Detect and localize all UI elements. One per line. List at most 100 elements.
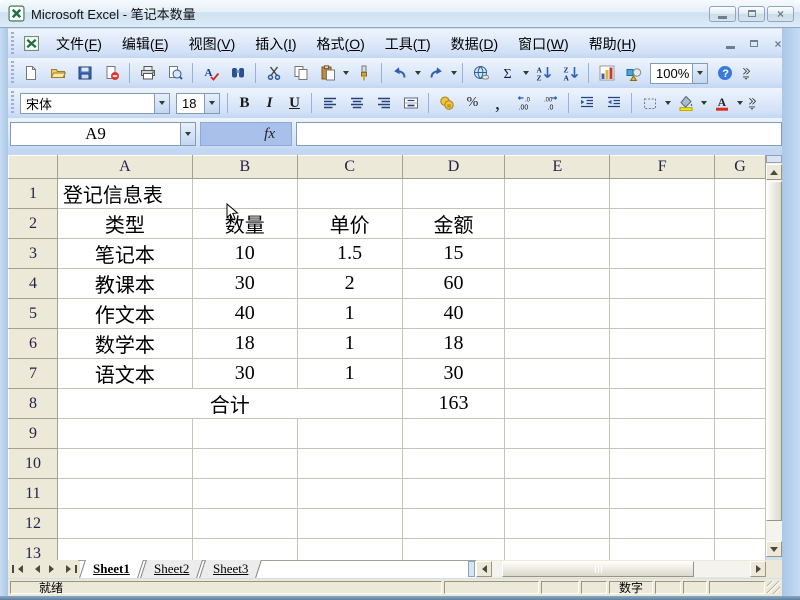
cell-F5[interactable] xyxy=(609,298,716,329)
cell-G13[interactable] xyxy=(714,538,766,560)
minimize-button[interactable] xyxy=(709,5,736,22)
insert-function-button[interactable]: fx xyxy=(200,122,292,146)
cell-B10[interactable] xyxy=(191,448,298,479)
doc-restore-button[interactable] xyxy=(746,37,762,51)
toolbar-options-standard[interactable] xyxy=(739,62,753,85)
column-header-D[interactable]: D xyxy=(401,155,506,179)
column-header-C[interactable]: C xyxy=(296,155,403,179)
select-all-corner[interactable] xyxy=(8,155,58,179)
tab-last-button[interactable] xyxy=(63,561,80,577)
cell-E5[interactable] xyxy=(504,298,611,329)
cell-D12[interactable] xyxy=(401,508,506,539)
toolbar-handle[interactable] xyxy=(11,61,14,85)
decrease-indent-button[interactable] xyxy=(575,92,598,115)
tab-sheet1[interactable]: Sheet1 xyxy=(79,560,144,578)
tab-sheet3[interactable]: Sheet3 xyxy=(199,560,263,578)
cell-A12[interactable] xyxy=(56,508,193,539)
increase-decimal-button[interactable]: .0.00 xyxy=(512,92,535,115)
cell-D7[interactable]: 30 xyxy=(401,358,506,389)
cell-B11[interactable] xyxy=(191,478,298,509)
cell-A8[interactable]: 合计 xyxy=(56,388,403,419)
menu-edit[interactable]: 编辑(E) xyxy=(112,31,179,57)
cell-F13[interactable] xyxy=(609,538,716,560)
name-box-dropdown[interactable] xyxy=(180,123,195,145)
cell-B5[interactable]: 40 xyxy=(191,298,298,329)
cell-E7[interactable] xyxy=(504,358,611,389)
tab-first-button[interactable] xyxy=(9,561,26,577)
cell-C7[interactable]: 1 xyxy=(296,358,403,389)
decrease-decimal-button[interactable]: .00.0 xyxy=(539,92,562,115)
print-button[interactable] xyxy=(136,62,159,85)
research-button[interactable] xyxy=(226,62,249,85)
menu-help[interactable]: 帮助(H) xyxy=(579,31,646,57)
cell-B13[interactable] xyxy=(191,538,298,560)
column-header-E[interactable]: E xyxy=(504,155,611,179)
cell-C12[interactable] xyxy=(296,508,403,539)
autosum-button[interactable]: Σ xyxy=(496,62,519,85)
borders-button[interactable] xyxy=(638,92,661,115)
cell-C13[interactable] xyxy=(296,538,403,560)
sort-descending-button[interactable]: ZA xyxy=(559,62,582,85)
cell-A11[interactable] xyxy=(56,478,193,509)
row-header-12[interactable]: 12 xyxy=(8,508,58,539)
doc-minimize-button[interactable] xyxy=(722,37,738,51)
cell-F3[interactable] xyxy=(609,238,716,269)
cell-B12[interactable] xyxy=(191,508,298,539)
row-header-4[interactable]: 4 xyxy=(8,268,58,299)
cell-A1[interactable]: 登记信息表 xyxy=(56,178,193,209)
scroll-up-button[interactable] xyxy=(766,164,782,180)
menu-data[interactable]: 数据(D) xyxy=(441,31,508,57)
chevron-down-icon[interactable] xyxy=(451,71,457,75)
bold-button[interactable]: B xyxy=(233,92,256,115)
format-painter-button[interactable] xyxy=(352,62,375,85)
cell-E6[interactable] xyxy=(504,328,611,359)
tab-next-button[interactable] xyxy=(45,561,62,577)
cell-C3[interactable]: 1.5 xyxy=(296,238,403,269)
cell-E13[interactable] xyxy=(504,538,611,560)
cell-E1[interactable] xyxy=(504,178,611,209)
column-header-B[interactable]: B xyxy=(191,155,298,179)
chevron-down-icon[interactable] xyxy=(665,101,671,105)
menu-view[interactable]: 视图(V) xyxy=(179,31,246,57)
cell-G7[interactable] xyxy=(714,358,766,389)
cell-C4[interactable]: 2 xyxy=(296,268,403,299)
cell-D4[interactable]: 60 xyxy=(401,268,506,299)
cell-E11[interactable] xyxy=(504,478,611,509)
cell-E9[interactable] xyxy=(504,418,611,449)
font-name-combo-dropdown[interactable] xyxy=(154,93,169,113)
cell-D2[interactable]: 金额 xyxy=(401,208,506,239)
cell-C6[interactable]: 1 xyxy=(296,328,403,359)
title-bar[interactable]: Microsoft Excel - 笔记本数量 × xyxy=(0,0,800,28)
print-preview-button[interactable] xyxy=(163,62,186,85)
cell-C1[interactable] xyxy=(296,178,403,209)
cell-C10[interactable] xyxy=(296,448,403,479)
row-header-3[interactable]: 3 xyxy=(8,238,58,269)
cell-D5[interactable]: 40 xyxy=(401,298,506,329)
cell-A5[interactable]: 作文本 xyxy=(56,298,193,329)
cell-B7[interactable]: 30 xyxy=(191,358,298,389)
chart-wizard-button[interactable] xyxy=(595,62,618,85)
toolbar-options-formatting[interactable] xyxy=(745,92,759,115)
merge-center-button[interactable] xyxy=(399,92,422,115)
menu-format[interactable]: 格式(O) xyxy=(307,31,375,57)
cell-A2[interactable]: 类型 xyxy=(56,208,193,239)
scroll-left-button[interactable] xyxy=(476,561,492,577)
cell-F2[interactable] xyxy=(609,208,716,239)
cell-D13[interactable] xyxy=(401,538,506,560)
toolbar-handle[interactable] xyxy=(11,31,14,56)
cell-G8[interactable] xyxy=(714,388,766,419)
column-header-F[interactable]: F xyxy=(609,155,716,179)
horizontal-scroll-thumb[interactable] xyxy=(502,561,694,577)
cell-A3[interactable]: 笔记本 xyxy=(56,238,193,269)
cell-G5[interactable] xyxy=(714,298,766,329)
cell-G4[interactable] xyxy=(714,268,766,299)
font-size-combo-dropdown[interactable] xyxy=(204,93,219,113)
horizontal-split-handle[interactable] xyxy=(468,561,475,577)
cell-F4[interactable] xyxy=(609,268,716,299)
cell-F9[interactable] xyxy=(609,418,716,449)
menu-file[interactable]: 文件(F) xyxy=(46,31,112,57)
column-header-G[interactable]: G xyxy=(714,155,766,179)
cell-F6[interactable] xyxy=(609,328,716,359)
cell-F10[interactable] xyxy=(609,448,716,479)
cell-B9[interactable] xyxy=(191,418,298,449)
